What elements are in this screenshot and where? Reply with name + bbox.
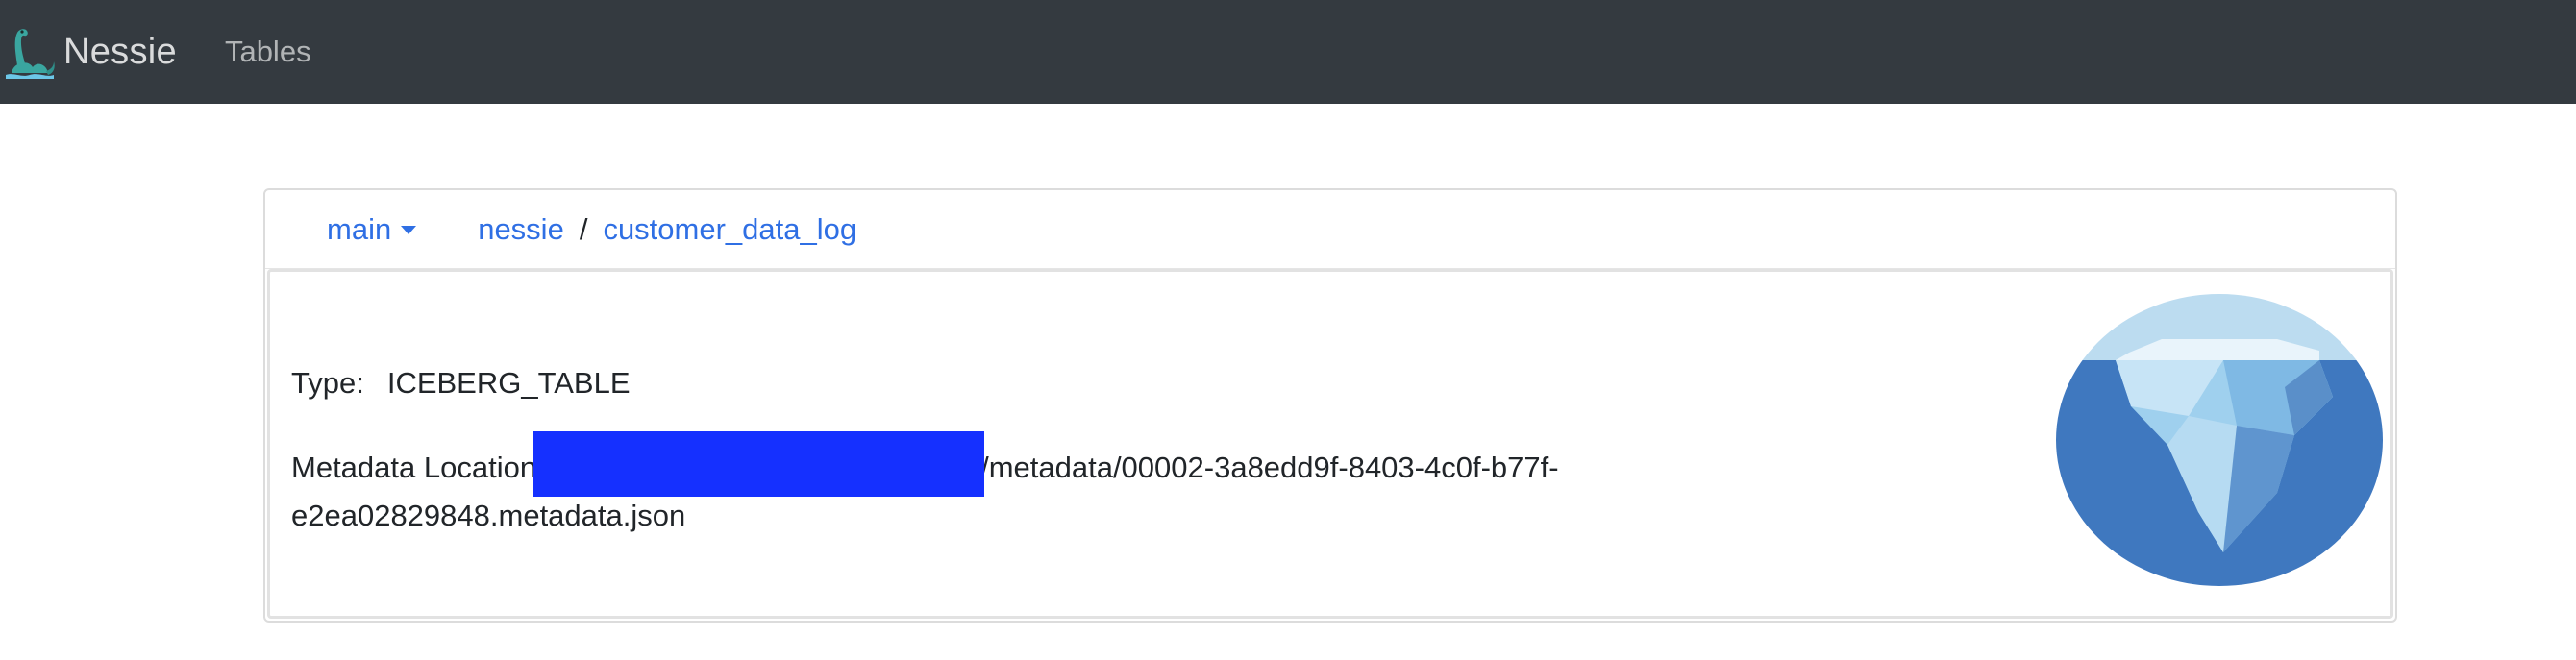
breadcrumb: nessie / customer_data_log	[478, 212, 856, 247]
table-info: Type: ICEBERG_TABLE Metadata Location/me…	[291, 360, 1791, 539]
nav-tables-link[interactable]: Tables	[225, 35, 311, 69]
redaction-box	[533, 430, 985, 497]
type-row: Type: ICEBERG_TABLE	[291, 360, 1791, 406]
brand-link[interactable]: Nessie	[4, 0, 177, 104]
brand-name: Nessie	[63, 31, 177, 72]
table-details: Type: ICEBERG_TABLE Metadata Location/me…	[267, 269, 2393, 619]
branch-dropdown[interactable]: main	[327, 211, 417, 247]
nessie-dinosaur-icon	[6, 29, 55, 79]
table-card: main nessie / customer_data_log Type: IC…	[263, 188, 2397, 623]
card-header: main nessie / customer_data_log	[265, 190, 2395, 269]
iceberg-icon	[2056, 294, 2383, 586]
caret-down-icon	[401, 226, 417, 234]
type-label: Type:	[291, 366, 364, 400]
branch-name: main	[327, 211, 392, 246]
type-value: ICEBERG_TABLE	[386, 366, 631, 400]
metadata-label: Metadata Location	[291, 451, 537, 484]
breadcrumb-separator: /	[579, 211, 588, 246]
top-navbar: Nessie Tables	[0, 0, 2576, 104]
metadata-location-row: Metadata Location/metadata/00002-3a8edd9…	[291, 430, 1733, 539]
breadcrumb-namespace[interactable]: nessie	[478, 212, 564, 247]
breadcrumb-table[interactable]: customer_data_log	[603, 212, 856, 247]
